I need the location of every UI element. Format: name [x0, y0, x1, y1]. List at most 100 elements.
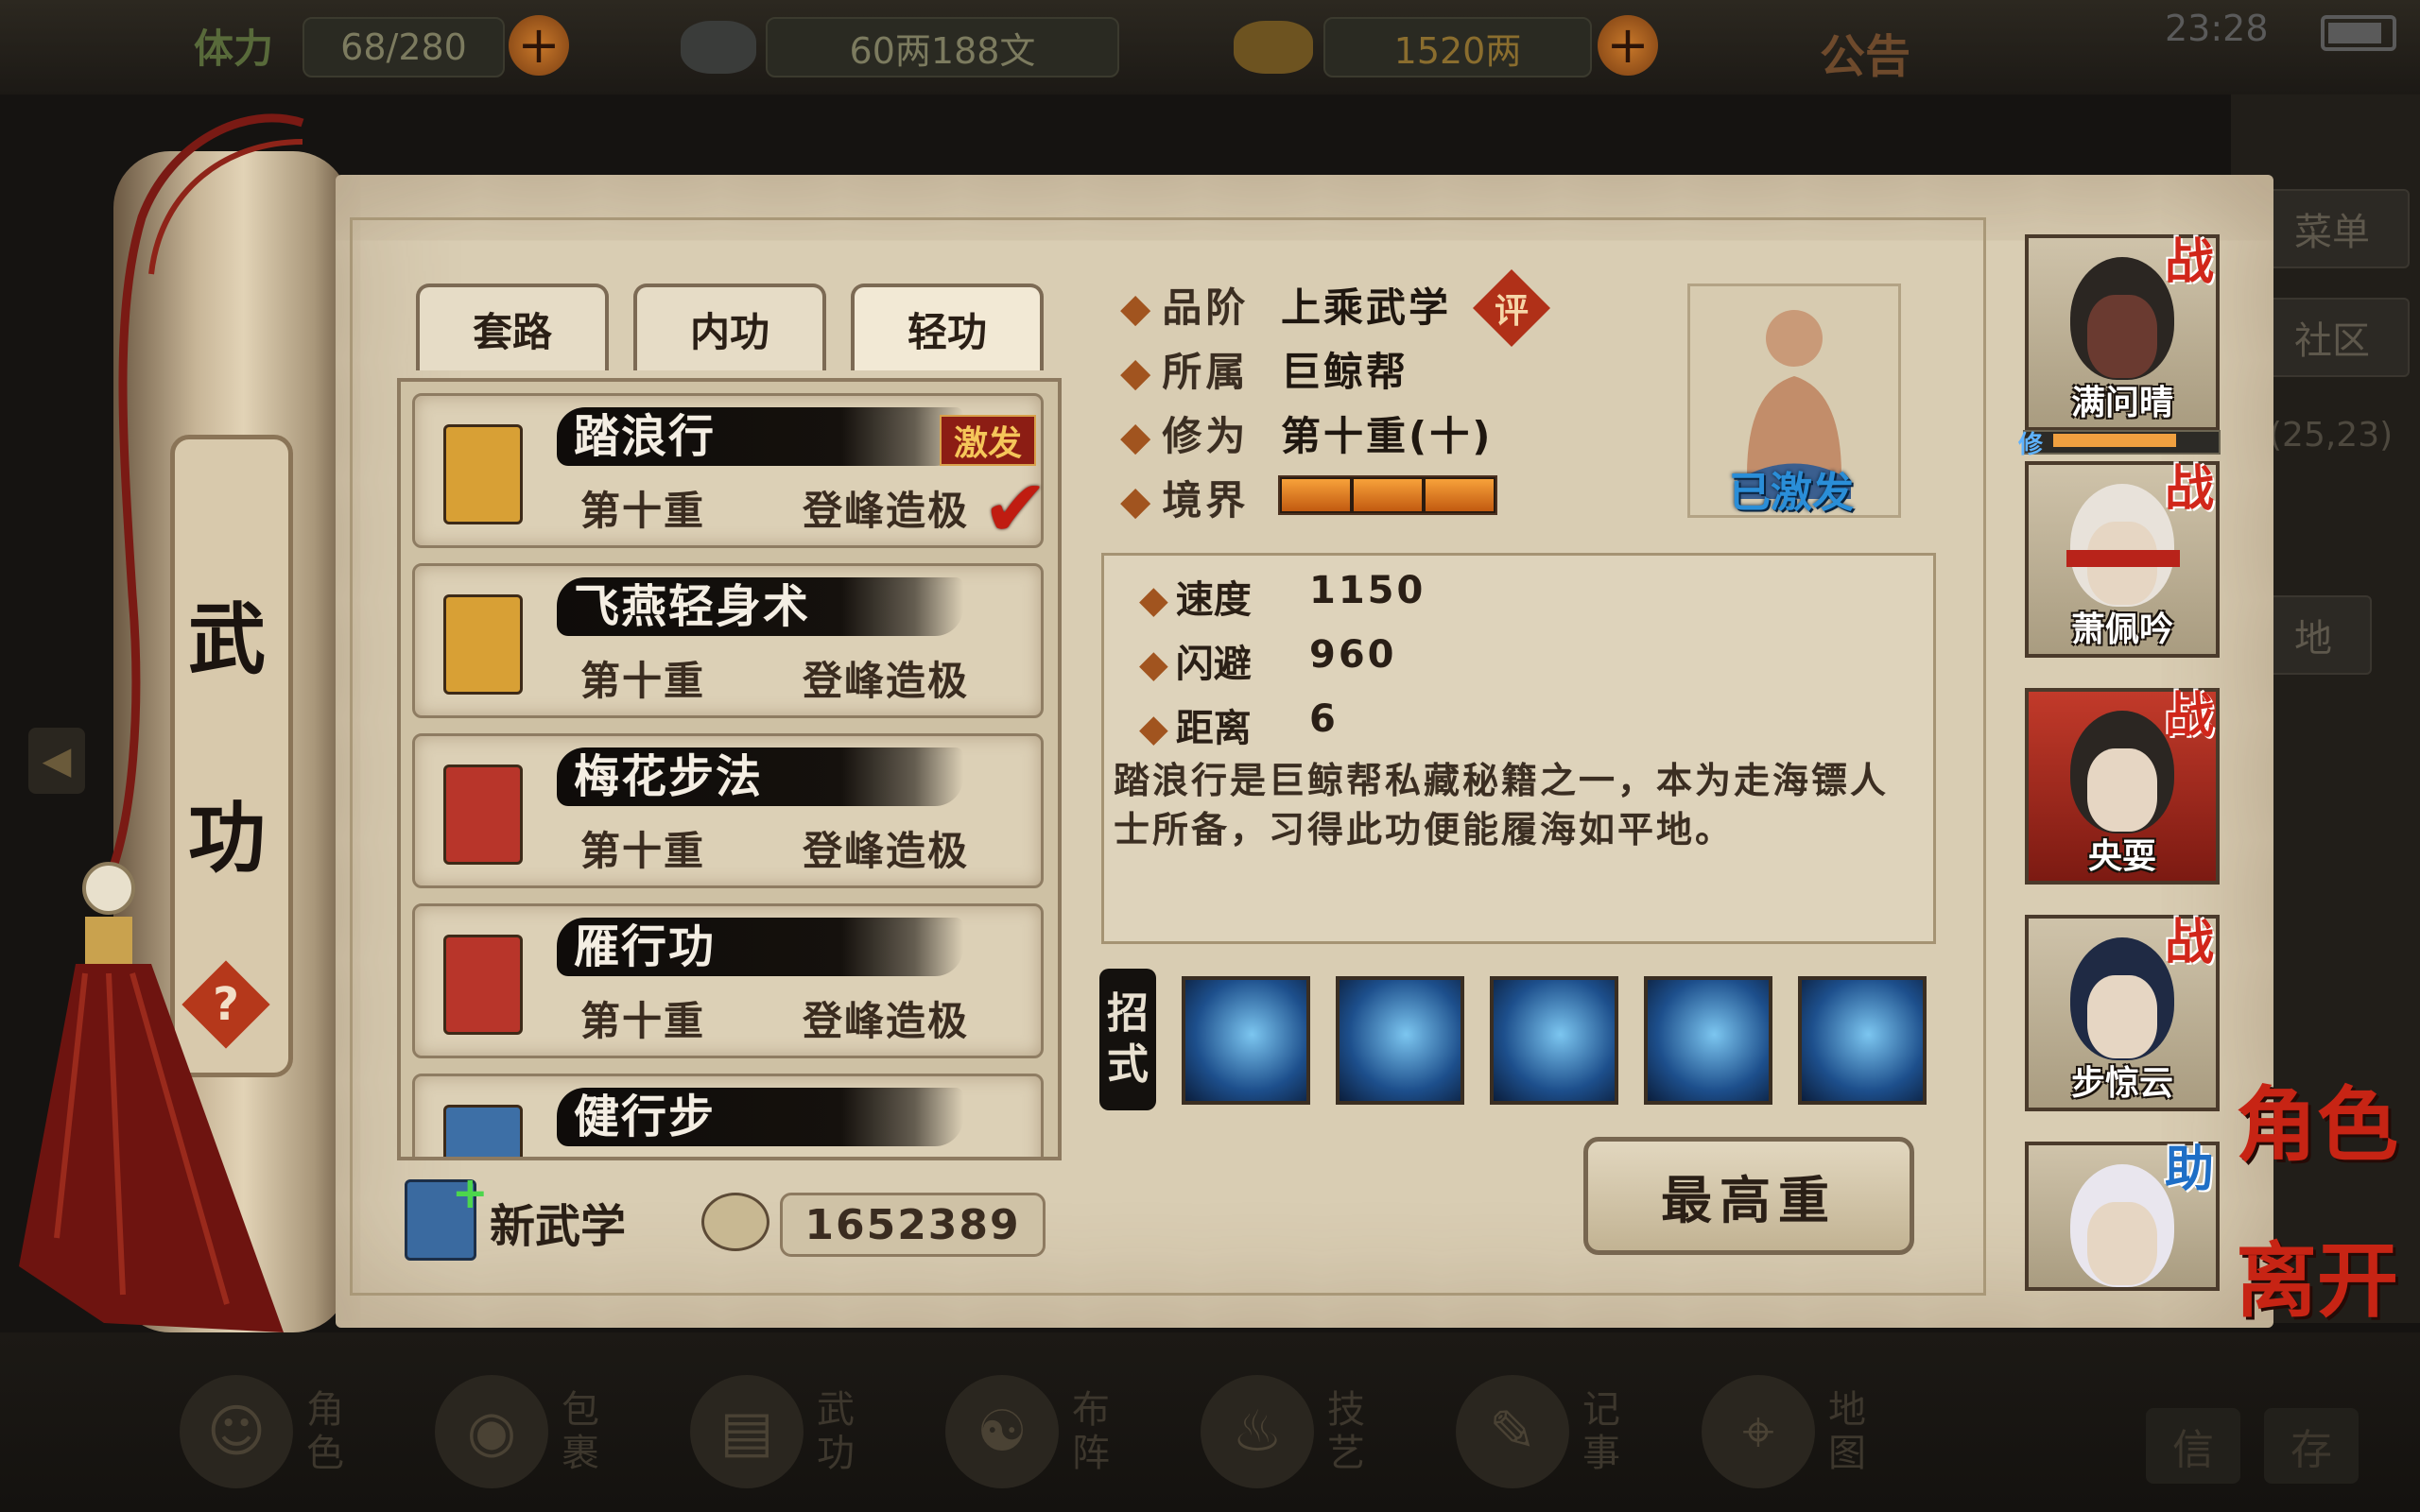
skill-item[interactable]: 踏浪行 激发 第十重 登峰造极 ✔ [412, 393, 1048, 555]
open-book-icon [701, 1193, 769, 1251]
left-arrow-icon[interactable]: ◀ [28, 728, 85, 794]
skill-item[interactable]: 飞燕轻身术 第十重 登峰造极 [412, 563, 1044, 718]
tab-routine[interactable]: 套路 [416, 284, 609, 370]
silver-ingot-icon [681, 21, 756, 74]
bag-icon: ◉ [435, 1375, 548, 1488]
character-name: 央耍 [2087, 837, 2156, 876]
skill-level: 第十重 [580, 828, 706, 874]
skill-list[interactable]: 踏浪行 激发 第十重 登峰造极 ✔ 飞燕轻身术 第十重 登峰造极 梅花步法 第十… [397, 378, 1062, 1160]
nav-formation[interactable]: ☯ 布阵 [945, 1370, 1163, 1493]
book-icon [443, 424, 523, 524]
clock: 23:28 [2165, 8, 2269, 49]
notice-button[interactable]: 公告 [1820, 19, 1910, 85]
character-face [2087, 748, 2157, 832]
community-button[interactable]: 社区 [2255, 298, 2410, 377]
nav-skills[interactable]: ♨ 技艺 [1201, 1370, 1418, 1493]
skill-item[interactable]: 健行步 [412, 1074, 1044, 1157]
nav-label: 地图 [1828, 1388, 1866, 1475]
scroll-title-char-2: 功 [187, 794, 266, 884]
character-name: 满问晴 [2070, 384, 2173, 422]
role-button[interactable]: 角色 [2236, 1058, 2398, 1177]
realm-segment [1426, 479, 1494, 511]
skill-level: 第十重 [580, 998, 706, 1044]
realm-label: ◆ 境界 [1120, 477, 1250, 524]
move-icon[interactable] [1490, 976, 1618, 1105]
blindfold [2066, 550, 2180, 567]
book-icon [443, 765, 523, 865]
skill-points: 1652389 [780, 1193, 1046, 1257]
new-skill-button[interactable]: 新武学 [490, 1189, 626, 1255]
stat-value-dodge: 960 [1309, 633, 1397, 677]
realm-segment [1282, 479, 1350, 511]
add-gold-button[interactable]: + [1598, 15, 1658, 76]
scroll-icon: ✎ [1456, 1375, 1569, 1488]
move-icon[interactable] [1336, 976, 1464, 1105]
battle-tag: 战 [2165, 688, 2215, 745]
skill-description: 踏浪行是巨鲸帮私藏秘籍之一，本为走海镖人士所备，习得此功便能履海如平地。 [1114, 760, 1890, 850]
nav-label: 包裹 [562, 1388, 599, 1475]
max-level-button[interactable]: 最高重 [1583, 1137, 1914, 1255]
battle-tag: 战 [2165, 915, 2215, 971]
skill-level: 第十重 [580, 488, 706, 534]
gold-ingot-icon [1234, 21, 1313, 74]
skill-level: 第十重 [580, 658, 706, 704]
nav-label: 布阵 [1072, 1388, 1110, 1475]
tab-inner-power[interactable]: 内功 [633, 284, 826, 370]
gold-value: 1520两 [1323, 17, 1592, 77]
nav-journal[interactable]: ✎ 记事 [1456, 1370, 1673, 1493]
grade-label: ◆ 品阶 [1120, 284, 1250, 331]
realm-bar [1278, 475, 1497, 515]
skill-name: 踏浪行 [574, 410, 717, 463]
add-stamina-button[interactable]: + [509, 15, 569, 76]
activated-badge: 激发 [940, 415, 1036, 466]
top-status-bar: 体力 68/280 + 60两188文 1520两 + 公告 23:28 [0, 0, 2420, 94]
moves-label: 招式 [1099, 969, 1156, 1110]
teapot-icon: ♨ [1201, 1375, 1314, 1488]
save-button[interactable]: 存 [2264, 1408, 2359, 1484]
cultivation-bar-fill [2053, 434, 2176, 447]
cultivation-label: ◆ 修为 [1120, 413, 1250, 459]
map-icon: ⌖ [1702, 1375, 1815, 1488]
battle-tag: 战 [2165, 461, 2215, 518]
move-icon[interactable] [1182, 976, 1310, 1105]
faction-value: 巨鲸帮 [1281, 349, 1409, 395]
book-icon [443, 1105, 523, 1157]
tab-light-skill[interactable]: 轻功 [851, 284, 1044, 370]
realm-segment [1354, 479, 1422, 511]
skill-name: 梅花步法 [574, 750, 764, 803]
scroll-title-char-1: 武 [187, 595, 266, 685]
nav-label: 记事 [1582, 1388, 1620, 1475]
skill-name: 健行步 [574, 1091, 717, 1143]
character-name: 步惊云 [2070, 1064, 2173, 1103]
character-face [2087, 975, 2157, 1058]
nav-character[interactable]: ☺ 角色 [180, 1370, 397, 1493]
skill-name: 飞燕轻身术 [574, 580, 811, 633]
grade-value: 上乘武学 [1281, 284, 1452, 331]
skill-rank: 登峰造极 [803, 658, 970, 704]
cultivation-badge: 修 [2018, 431, 2044, 459]
stat-label-dodge: ◆ 闪避 [1139, 643, 1252, 686]
rate-badge-text: 评 [1494, 292, 1529, 331]
nav-martial-arts[interactable]: ▤ 武功 [690, 1370, 908, 1493]
bagua-icon: ☯ [945, 1375, 1059, 1488]
move-icon[interactable] [1644, 976, 1772, 1105]
battery-icon [2321, 15, 2396, 51]
stat-label-range: ◆ 距离 [1139, 707, 1252, 750]
leave-button[interactable]: 离开 [2236, 1214, 2398, 1332]
menu-button[interactable]: 菜单 [2255, 189, 2410, 268]
cultivation-value: 第十重(十) [1281, 413, 1494, 459]
skill-item[interactable]: 梅花步法 第十重 登峰造极 [412, 733, 1044, 888]
battle-tag: 战 [2165, 234, 2215, 291]
move-icon[interactable] [1798, 976, 1927, 1105]
nav-label: 武功 [817, 1388, 855, 1475]
stat-value-speed: 1150 [1309, 569, 1426, 612]
skill-item[interactable]: 雁行功 第十重 登峰造极 [412, 903, 1044, 1058]
nav-map[interactable]: ⌖ 地图 [1702, 1370, 1919, 1493]
nav-bag[interactable]: ◉ 包裹 [435, 1370, 652, 1493]
books-icon: ▤ [690, 1375, 804, 1488]
map-coordinates: (25,23) [2269, 416, 2394, 455]
letter-button[interactable]: 信 [2146, 1408, 2240, 1484]
silver-value: 60两188文 [766, 17, 1119, 77]
nav-label: 技艺 [1327, 1388, 1365, 1475]
faction-label: ◆ 所属 [1120, 349, 1250, 395]
